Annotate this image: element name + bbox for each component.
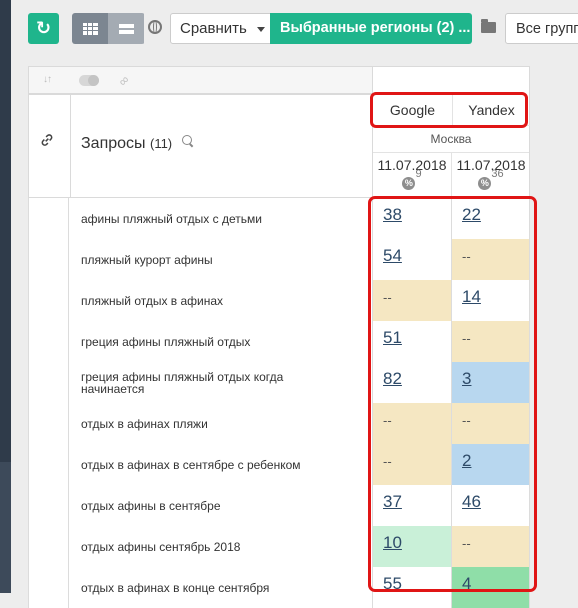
sidebar-lower-panel (0, 462, 11, 593)
query-cell: пляжный курорт афины (69, 239, 372, 280)
query-cell: отдых в афинах в сентябре с ребенком (69, 444, 372, 485)
query-cell: афины пляжный отдых с детьми (69, 198, 372, 239)
query-text: отдых афины сентябрь 2018 (81, 539, 241, 554)
chevron-down-icon (257, 27, 265, 32)
query-cell: пляжный отдых в афинах (69, 280, 372, 321)
query-cell: отдых афины сентябрь 2018 (69, 526, 372, 567)
percent-value-google: 9 (415, 168, 422, 180)
query-cell: отдых в афинах в конце сентября (69, 567, 372, 608)
left-sidebar-strip (0, 0, 11, 593)
date-column-google: 11.07.2018 %9 (373, 152, 451, 197)
query-cell: отдых в афинах пляжи (69, 403, 372, 444)
compare-dropdown[interactable]: Сравнить (170, 13, 272, 44)
groups-dropdown-label: Все групп (516, 21, 578, 37)
refresh-icon: ↻ (35, 18, 52, 38)
list-icon (118, 23, 134, 34)
region-city-label: Москва (373, 125, 529, 153)
percent-badge-icon: % (478, 177, 492, 190)
queries-title: Запросы (81, 135, 146, 152)
date-label-google: 11.07.2018 (377, 157, 447, 173)
query-text: пляжный отдых в афинах (81, 293, 224, 308)
row-link-cell[interactable] (28, 280, 69, 321)
view-toggle-group (72, 13, 145, 44)
row-link-cell[interactable] (28, 567, 69, 608)
toggle-switch[interactable] (79, 75, 99, 86)
grid-icon (82, 22, 98, 35)
selected-regions-button[interactable]: Выбранные регионы (2) ... (270, 13, 472, 44)
grid-view-button[interactable] (72, 13, 108, 44)
refresh-button[interactable]: ↻ (28, 13, 59, 44)
percent-badge-icon: % (402, 177, 416, 190)
row-link-cell[interactable] (28, 239, 69, 280)
query-text: греция афины пляжный отдых когда начинае… (81, 369, 284, 396)
query-cell: греция афины пляжный отдых когда начинае… (69, 362, 372, 403)
query-text: пляжный курорт афины (81, 252, 213, 267)
query-text: отдых в афинах в конце сентября (81, 580, 270, 595)
row-link-cell[interactable] (28, 526, 69, 567)
groups-dropdown[interactable]: Все групп (505, 13, 578, 44)
query-text: отдых в афинах пляжи (81, 416, 208, 431)
query-cell: отдых афины в сентябре (69, 485, 372, 526)
search-icon[interactable] (181, 135, 192, 145)
row-link-cell[interactable] (28, 485, 69, 526)
query-cell: греция афины пляжный отдых (69, 321, 372, 362)
queries-column-header: Запросы (11) (81, 135, 192, 153)
folder-icon (481, 19, 496, 33)
globe-icon (148, 20, 162, 34)
selected-regions-label: Выбранные регионы (2) ... (280, 20, 471, 36)
compare-dropdown-label: Сравнить (180, 20, 247, 37)
list-view-button[interactable] (108, 13, 144, 44)
row-link-cell[interactable] (28, 444, 69, 485)
date-column-yandex: 11.07.2018 %36 (451, 152, 530, 197)
toolbar: ↻ Сравнить Выбранные регионы (2) ... Все… (11, 0, 578, 58)
queries-count: (11) (149, 136, 173, 151)
link-icon[interactable]: ∞ (115, 72, 132, 89)
rankings-highlight-box (368, 196, 537, 592)
engines-header: Google Yandex Москва 11.07.2018 %9 11.07… (372, 66, 530, 198)
row-link-cell[interactable] (28, 198, 69, 239)
query-text: афины пляжный отдых с детьми (81, 211, 262, 226)
row-link-cell[interactable] (28, 321, 69, 362)
row-link-cell[interactable] (28, 362, 69, 403)
engine-highlight-box (370, 92, 528, 128)
row-link-cell[interactable] (28, 403, 69, 444)
query-text: греция афины пляжный отдых (81, 334, 251, 349)
query-text: отдых афины в сентябре (81, 498, 221, 513)
chain-link-icon[interactable] (40, 133, 54, 147)
percent-value-yandex: 36 (491, 168, 504, 180)
table-header-left: Запросы (11) (28, 94, 372, 198)
query-text: отдых в афинах в сентябре с ребенком (81, 457, 301, 472)
table-tools-row: ↓↑ ∞ (28, 66, 372, 94)
sort-icon[interactable]: ↓↑ (43, 74, 52, 85)
link-column-header (29, 95, 71, 197)
